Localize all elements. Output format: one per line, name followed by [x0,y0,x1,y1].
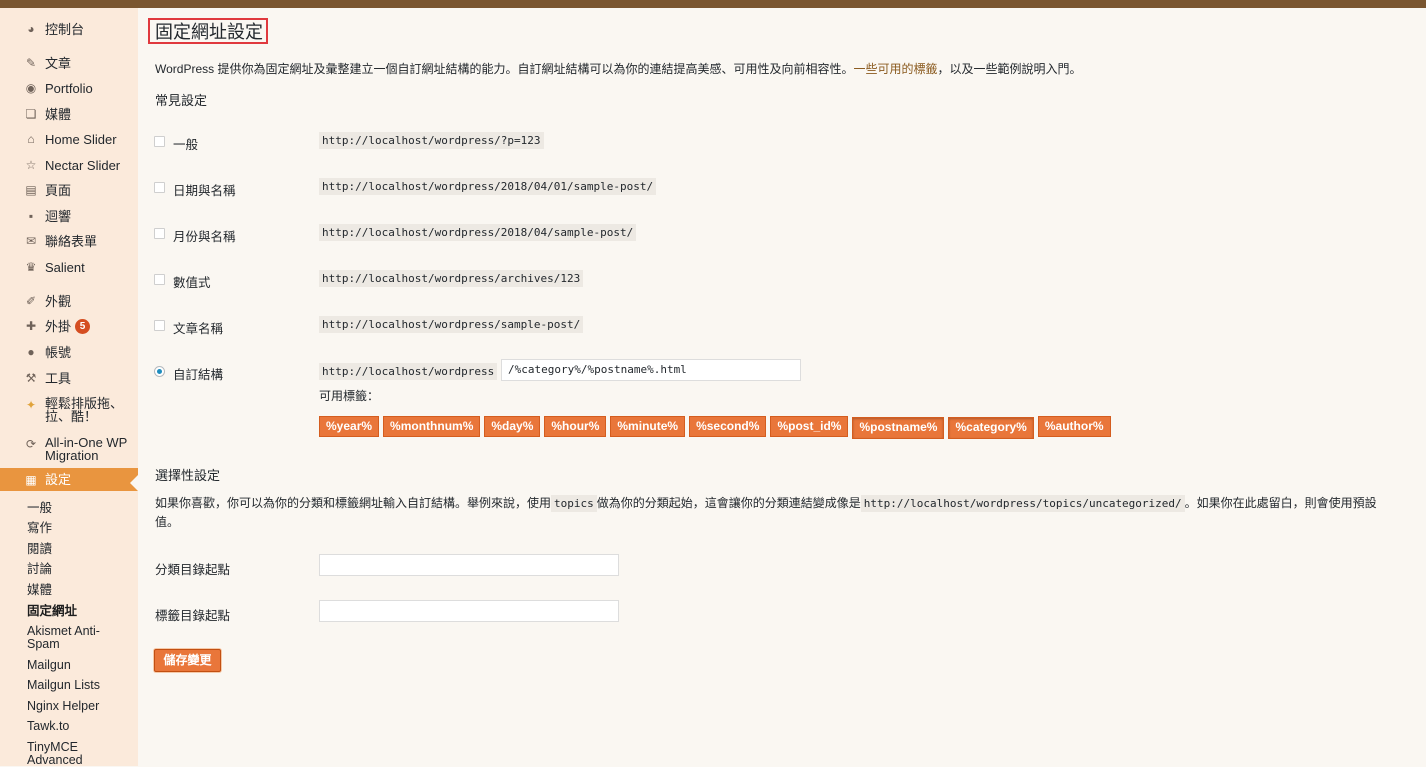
submenu-writing[interactable]: 寫作 [27,522,52,535]
tag-base-label: 標籤目錄起點 [155,609,231,623]
example-code-category-url: http://localhost/wordpress/topics/uncate… [860,495,1185,512]
user-icon: ● [27,345,35,359]
page-icon: ▤ [25,183,37,197]
sidebar-item-contact-form[interactable]: ✉ 聯絡表單 [0,230,138,252]
brush-icon: ✐ [25,294,37,308]
custom-structure-input[interactable]: /%category%/%postname%.html [501,359,801,381]
sidebar-item-posts[interactable]: ✎ 文章 [0,52,138,74]
submenu-mailgun-lists[interactable]: Mailgun Lists [27,679,100,692]
radio-custom-structure[interactable] [154,366,165,377]
mail-icon: ✉ [25,234,37,248]
settings-icon: ▦ [25,472,37,487]
tag-button-post-id[interactable]: %post_id% [770,416,849,437]
submenu-reading[interactable]: 閱讀 [27,543,52,556]
save-changes-button[interactable]: 儲存變更 [154,649,221,672]
available-tags-link[interactable]: 一些可用的標籤 [853,62,937,76]
submenu-general[interactable]: 一般 [27,502,52,515]
radio-plain[interactable] [154,136,165,147]
plugin-icon: ✚ [25,319,37,333]
category-base-label: 分類目錄起點 [155,563,231,577]
tag-button-day[interactable]: %day% [484,416,541,437]
available-tags-label: 可用標籤： [319,389,380,403]
comment-icon: ▪ [28,209,34,223]
admin-top-bar [0,0,1426,8]
example-url-month-name: http://localhost/wordpress/2018/04/sampl… [319,224,637,241]
sidebar-item-all-in-one-migration[interactable]: ⟳ All-in-One WP Migration [0,436,138,464]
submenu-mailgun[interactable]: Mailgun [27,659,71,672]
sidebar-item-users[interactable]: ● 帳號 [0,341,138,363]
option-label-numeric: 數值式 [173,276,211,290]
example-url-post-name: http://localhost/wordpress/sample-post/ [319,316,584,333]
option-label-month-name: 月份與名稱 [173,230,236,244]
wrench-icon: ⚒ [25,371,37,385]
radio-day-name[interactable] [154,182,165,193]
crown-icon: ♛ [25,260,37,274]
submenu-akismet[interactable]: Akismet Anti-Spam [27,625,117,651]
tag-button-minute[interactable]: %minute% [610,416,686,437]
sidebar-item-appearance[interactable]: ✐ 外觀 [0,290,138,312]
common-settings-heading: 常見設定 [155,93,208,108]
example-code-topics: topics [551,495,597,512]
dashboard-icon: ◕ [27,22,35,36]
update-count-badge: 5 [75,318,91,334]
active-indicator [130,475,138,491]
layout-icon: ✦ [25,398,37,412]
option-label-plain: 一般 [173,138,199,152]
sidebar-item-comments[interactable]: ▪ 迴響 [0,205,138,227]
optional-settings-heading: 選擇性設定 [155,468,221,483]
sidebar-item-page-builder[interactable]: ✦ 輕鬆排版拖、拉、酷！ [0,397,138,425]
sidebar-item-home-slider[interactable]: ⌂ Home Slider [0,128,138,150]
sidebar-item-salient[interactable]: ♛ Salient [0,256,138,278]
submenu-tinymce-advanced[interactable]: TinyMCE Advanced [27,741,107,767]
radio-month-name[interactable] [154,228,165,239]
example-url-day-name: http://localhost/wordpress/2018/04/01/sa… [319,178,657,195]
submenu-tawkto[interactable]: Tawk.to [27,720,69,733]
optional-settings-description: 如果你喜歡，你可以為你的分類和標籤網址輸入自訂結構。舉例來說，使用 topics 做… [155,495,1377,529]
tag-button-category[interactable]: %category% [948,417,1034,439]
option-label-day-name: 日期與名稱 [173,184,236,198]
star-icon: ☆ [25,158,37,172]
available-tags-list: %year% %monthnum% %day% %hour% %minute% … [319,416,1111,439]
palette-icon: ◉ [25,81,37,95]
option-label-post-name: 文章名稱 [173,322,224,336]
tag-button-year[interactable]: %year% [319,416,380,437]
intro-text: WordPress 提供你為固定網址及彙整建立一個自訂網址結構的能力。自訂網址結… [155,62,1082,76]
submenu-discussion[interactable]: 討論 [27,563,52,576]
sidebar-item-plugins[interactable]: ✚ 外掛 5 [0,315,138,337]
custom-structure-prefix: http://localhost/wordpress [319,363,498,380]
submenu-nginx-helper[interactable]: Nginx Helper [27,700,99,713]
example-url-numeric: http://localhost/wordpress/archives/123 [319,270,584,287]
pin-icon: ✎ [25,56,37,70]
sidebar-item-nectar-slider[interactable]: ☆ Nectar Slider [0,154,138,176]
sidebar-item-tools[interactable]: ⚒ 工具 [0,367,138,389]
category-base-input[interactable] [319,554,619,576]
tag-button-postname[interactable]: %postname% [852,417,945,439]
tag-button-monthnum[interactable]: %monthnum% [383,416,481,437]
radio-numeric[interactable] [154,274,165,285]
tag-button-hour[interactable]: %hour% [544,416,607,437]
sidebar-item-media[interactable]: ❏ 媒體 [0,103,138,125]
tag-base-input[interactable] [319,600,619,622]
submenu-media[interactable]: 媒體 [27,584,52,597]
home-icon: ⌂ [27,132,35,146]
submenu-permalinks[interactable]: 固定網址 [27,605,77,618]
page-title: 固定網址設定 [148,18,268,44]
sidebar-item-pages[interactable]: ▤ 頁面 [0,179,138,201]
tag-button-author[interactable]: %author% [1037,416,1111,437]
migration-icon: ⟳ [25,437,37,451]
sidebar-item-portfolio[interactable]: ◉ Portfolio [0,77,138,99]
sidebar-item-settings[interactable]: ▦ 設定 [0,468,138,491]
tag-button-second[interactable]: %second% [689,416,767,437]
media-icon: ❏ [25,107,37,121]
option-label-custom-structure: 自訂結構 [173,368,224,382]
sidebar-item-dashboard[interactable]: ◕ 控制台 [0,18,138,40]
admin-sidebar: ◕ 控制台 ✎ 文章 ◉ Portfolio ❏ 媒體 ⌂ Home Slide… [0,8,138,767]
example-url-plain: http://localhost/wordpress/?p=123 [319,132,544,149]
radio-post-name[interactable] [154,320,165,331]
